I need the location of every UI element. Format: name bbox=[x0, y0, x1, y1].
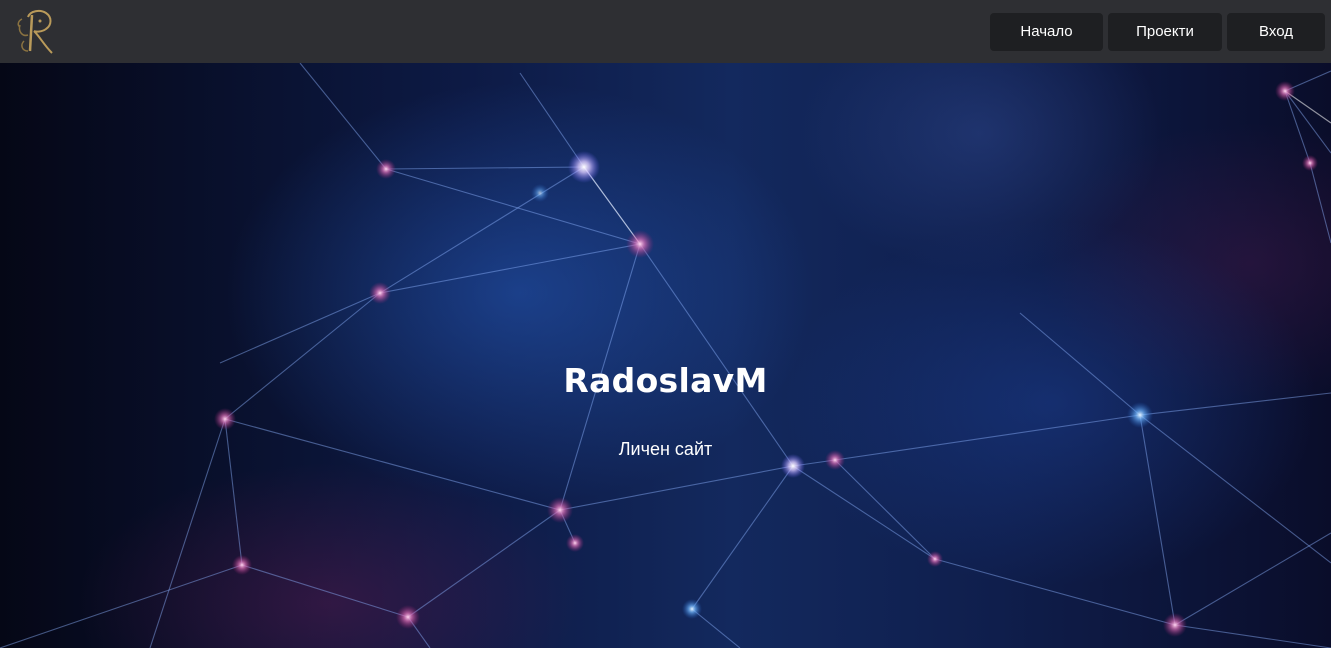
r-logo-icon[interactable] bbox=[14, 7, 58, 57]
hero-text: RadoslavM Личен сайт bbox=[0, 63, 1331, 648]
nav-projects-button[interactable]: Проекти bbox=[1108, 12, 1222, 51]
top-navbar: Начало Проекти Вход bbox=[0, 0, 1331, 63]
nav-buttons: Начало Проекти Вход bbox=[990, 12, 1325, 51]
nav-login-button[interactable]: Вход bbox=[1227, 12, 1325, 51]
hero-subtitle: Личен сайт bbox=[618, 439, 713, 459]
hero-title: RadoslavM bbox=[563, 361, 768, 400]
hero-section: RadoslavM Личен сайт bbox=[0, 63, 1331, 648]
nav-home-button[interactable]: Начало bbox=[990, 12, 1103, 51]
